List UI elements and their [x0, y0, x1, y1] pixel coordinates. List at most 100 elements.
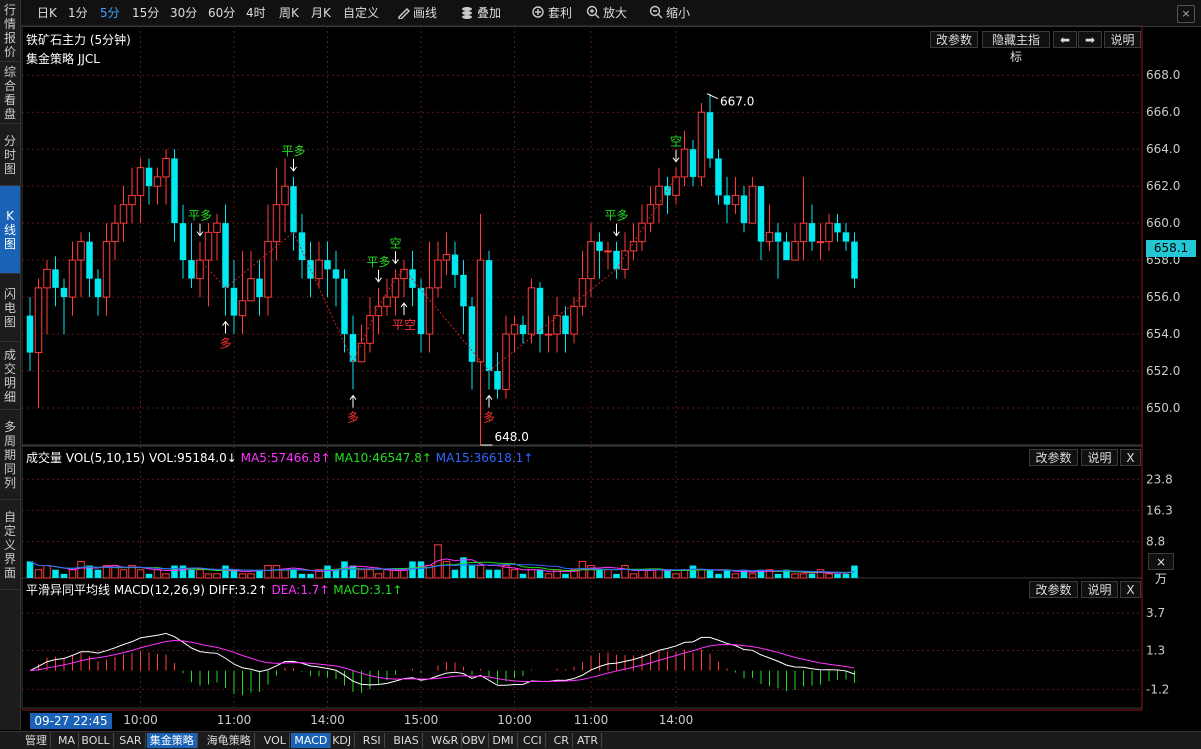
time-tick-label: 11:00 — [217, 713, 252, 727]
candle-body-up — [119, 204, 128, 224]
candle-body-down — [519, 324, 527, 335]
arrow-right-icon[interactable]: ➡ — [1078, 31, 1102, 48]
volume-bar-up — [366, 569, 374, 579]
candle-body-down — [834, 223, 841, 233]
price-tick-label: 668.0 — [1146, 68, 1180, 82]
candle-body-down — [613, 250, 620, 270]
candle-body-up — [281, 185, 289, 206]
macd-indicator-name: 平滑异同平均线 MACD(12,26,9) — [26, 583, 205, 597]
bottom-tab-11[interactable]: W&R — [428, 733, 463, 748]
candle-body-up — [77, 241, 85, 261]
candle-body-up — [680, 148, 689, 178]
signal-label: 平多 — [366, 255, 390, 269]
main-params-button[interactable]: 改参数 — [930, 31, 978, 48]
volume-bar-up — [213, 573, 221, 579]
bottom-tab-6[interactable]: VOL — [261, 733, 290, 748]
signal-arrow-down — [613, 223, 620, 237]
time-tick-label: 10:00 — [123, 713, 158, 727]
signal-arrow-down — [375, 269, 382, 283]
volume-bar-down — [842, 573, 850, 578]
candle-body-up — [357, 342, 366, 363]
volume-bar-down — [349, 565, 357, 578]
volume-bars — [26, 544, 858, 579]
bottom-tab-15[interactable]: CR — [551, 733, 573, 748]
vol-close-button[interactable]: X — [1120, 449, 1141, 466]
vol-help-button[interactable]: 说明 — [1081, 449, 1118, 466]
signal-arrow-up — [222, 320, 229, 334]
bottom-tab-0[interactable]: 管理 — [22, 733, 51, 748]
volume-indicator-name: 成交量 VOL(5,10,15) — [26, 451, 146, 465]
candle-body-down — [494, 371, 501, 390]
bottom-tab-13[interactable]: DMI — [489, 733, 518, 748]
macd-help-button[interactable]: 说明 — [1081, 581, 1118, 598]
strategy-marks: 667.0648.0平多多平多多平多空平空多平多空 — [188, 93, 754, 446]
main-help-button[interactable]: 说明 — [1104, 31, 1141, 48]
time-tick-label: 11:00 — [574, 713, 609, 727]
last-price-badge: 658.1 — [1146, 240, 1196, 257]
candle-body-down — [460, 274, 467, 307]
candle-body-down — [341, 278, 348, 335]
bottom-tab-9[interactable]: RSI — [360, 733, 385, 748]
volume-bar-down — [774, 573, 782, 578]
bottom-tab-7[interactable]: MACD — [291, 733, 332, 748]
volume-bar-down — [171, 565, 178, 578]
volume-bar-up — [621, 565, 629, 579]
signal-arrow-down — [672, 149, 680, 163]
bottom-tab-2[interactable]: BOLL — [78, 733, 114, 748]
macd-tick-label: 3.7 — [1146, 606, 1165, 620]
candle-body-up — [442, 254, 451, 261]
volume-bar-up — [587, 565, 595, 579]
volume-bar-down — [689, 565, 697, 578]
candle-body-up — [502, 333, 510, 391]
candle-body-down — [740, 195, 748, 224]
hide-main-indicator-button[interactable]: 隐藏主指标 — [982, 31, 1050, 64]
candle-body-down — [52, 269, 59, 288]
candle-body-down — [230, 287, 238, 316]
candle-body-up — [213, 222, 221, 233]
bottom-tab-5[interactable]: 海龟策略 — [204, 733, 255, 748]
macd-params-button[interactable]: 改参数 — [1029, 581, 1078, 598]
trend-connector — [352, 306, 379, 363]
candle-body-up — [697, 111, 706, 178]
macd-dea-line — [29, 640, 855, 683]
time-tick-label: 14:00 — [659, 713, 694, 727]
bottom-tab-3[interactable]: SAR — [116, 733, 146, 748]
volume-bar-up — [77, 560, 85, 579]
volume-bar-up — [281, 569, 289, 579]
bottom-tab-4[interactable]: 集金策略 — [146, 733, 198, 748]
candle-body-up — [629, 241, 638, 252]
volume-bar-down — [451, 569, 459, 578]
volume-bar-up — [731, 573, 740, 579]
bottom-tab-14[interactable]: CCI — [520, 733, 546, 748]
macd-histogram — [38, 649, 855, 696]
candle-body-up — [128, 194, 136, 206]
volume-bar-down — [808, 573, 816, 578]
volume-bar-up — [799, 573, 808, 579]
vol-params-button[interactable]: 改参数 — [1029, 449, 1078, 466]
arrow-left-icon[interactable]: ⬅ — [1053, 31, 1077, 48]
macd-close-button[interactable]: X — [1120, 581, 1141, 598]
candle-body-up — [34, 287, 43, 354]
volume-bar-up — [374, 573, 383, 579]
macd-title: 平滑异同平均线 MACD(12,26,9) DIFF:3.2↑ DEA:1.7↑… — [26, 581, 402, 598]
unit-toggle-button[interactable]: ×万 — [1148, 553, 1174, 586]
bottom-tab-10[interactable]: BIAS — [390, 733, 423, 748]
volume-bar-down — [723, 569, 731, 578]
candle-body-down — [485, 260, 493, 372]
signal-arrow-up — [349, 394, 357, 408]
candle-body-up — [604, 250, 612, 253]
vol-ma10-value: MA10:46547.8↑ — [334, 451, 432, 465]
bottom-tab-1[interactable]: MA — [55, 733, 80, 748]
bottom-tab-16[interactable]: ATR — [574, 733, 603, 748]
candle-body-up — [153, 176, 162, 187]
volume-bar-down — [519, 573, 527, 578]
candle-body-up — [544, 333, 553, 336]
volume-bar-down — [298, 573, 306, 578]
candle-body-up — [825, 222, 833, 243]
volume-bar-up — [791, 573, 799, 579]
bottom-tab-8[interactable]: KDJ — [329, 733, 356, 748]
candle-body-down — [842, 232, 850, 242]
trend-connector — [199, 259, 226, 289]
volume-bar-down — [290, 569, 297, 578]
bottom-tab-12[interactable]: OBV — [459, 733, 490, 748]
